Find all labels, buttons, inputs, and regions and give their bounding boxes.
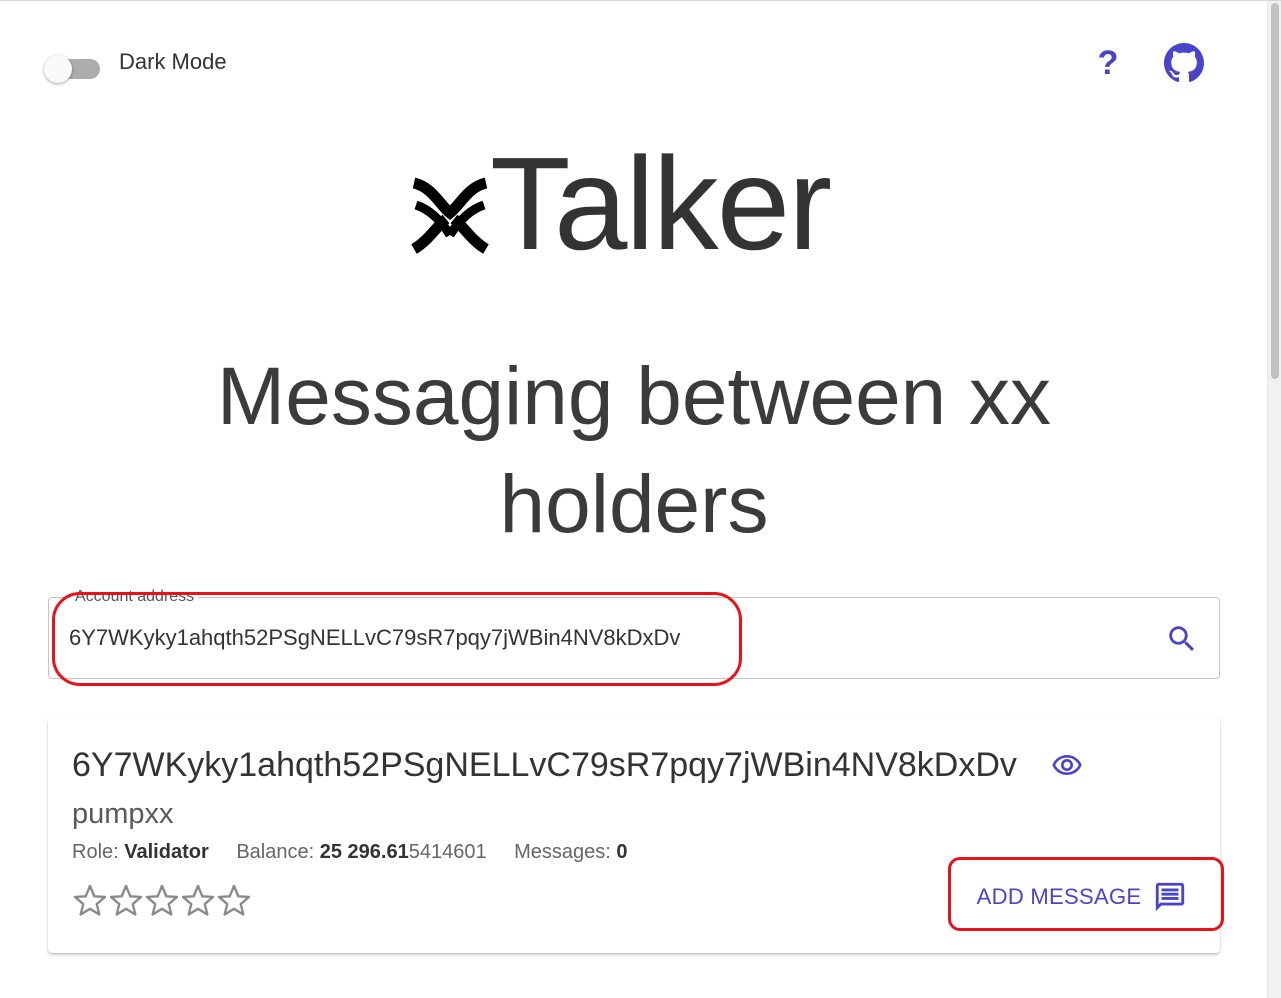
dark-mode-toggle-group: Dark Mode [44, 45, 227, 83]
account-address-input[interactable] [69, 618, 1129, 658]
balance-value-major: 25 296.61 [319, 841, 409, 863]
switch-thumb [44, 55, 72, 83]
app-name: Talker [490, 130, 832, 277]
add-message-label: ADD MESSAGE [976, 884, 1142, 909]
role-info: Role: Validator [72, 841, 214, 863]
account-meta: Role: Validator Balance: 25 296.61541460… [72, 839, 650, 865]
account-card: 6Y7WKyky1ahqth52PSgNELLvC79sR7pqy7jWBin4… [48, 717, 1220, 953]
headline-line-1: Messaging between xx [216, 351, 1052, 442]
add-message-button[interactable]: ADD MESSAGE [966, 871, 1198, 923]
rating-star-icon[interactable] [72, 883, 108, 919]
vertical-scrollbar[interactable] [1267, 1, 1281, 998]
balance-info: Balance: 25 296.615414601 [236, 841, 492, 863]
rating-star-icon[interactable] [180, 883, 216, 919]
rating-star-icon[interactable] [216, 883, 252, 919]
account-address-field[interactable]: Account address [48, 588, 1220, 679]
question-mark-icon[interactable]: ? [1090, 41, 1126, 85]
dark-mode-switch[interactable] [44, 52, 102, 83]
role-label: Role: [72, 841, 119, 863]
headline-line-2: holders [499, 459, 769, 550]
search-icon[interactable] [1165, 622, 1199, 656]
balance-label: Balance: [236, 841, 315, 863]
rating-stars [72, 883, 252, 919]
account-address-label: Account address [71, 588, 199, 606]
dark-mode-label: Dark Mode [119, 49, 227, 74]
page-headline: Messaging between xx holders [0, 343, 1268, 559]
rating-star-icon[interactable] [108, 883, 144, 919]
balance-value-minor: 5414601 [408, 841, 487, 863]
xx-network-logo [411, 177, 489, 254]
chat-message-icon [1156, 882, 1185, 912]
app-logo: Talker [410, 130, 832, 277]
page: Dark Mode ? Talker Messaging between xx … [0, 0, 1281, 998]
account-address: 6Y7WKyky1ahqth52PSgNELLvC79sR7pqy7jWBin4… [72, 746, 1017, 784]
scrollbar-thumb[interactable] [1271, 3, 1279, 379]
role-value: Validator [124, 841, 209, 863]
eye-icon[interactable] [1048, 749, 1086, 781]
messages-label: Messages: [514, 841, 611, 863]
github-icon[interactable] [1164, 43, 1204, 83]
messages-count: 0 [616, 841, 628, 863]
account-name: pumpxx [72, 798, 174, 830]
rating-star-icon[interactable] [144, 883, 180, 919]
messages-info: Messages: 0 [514, 841, 627, 863]
